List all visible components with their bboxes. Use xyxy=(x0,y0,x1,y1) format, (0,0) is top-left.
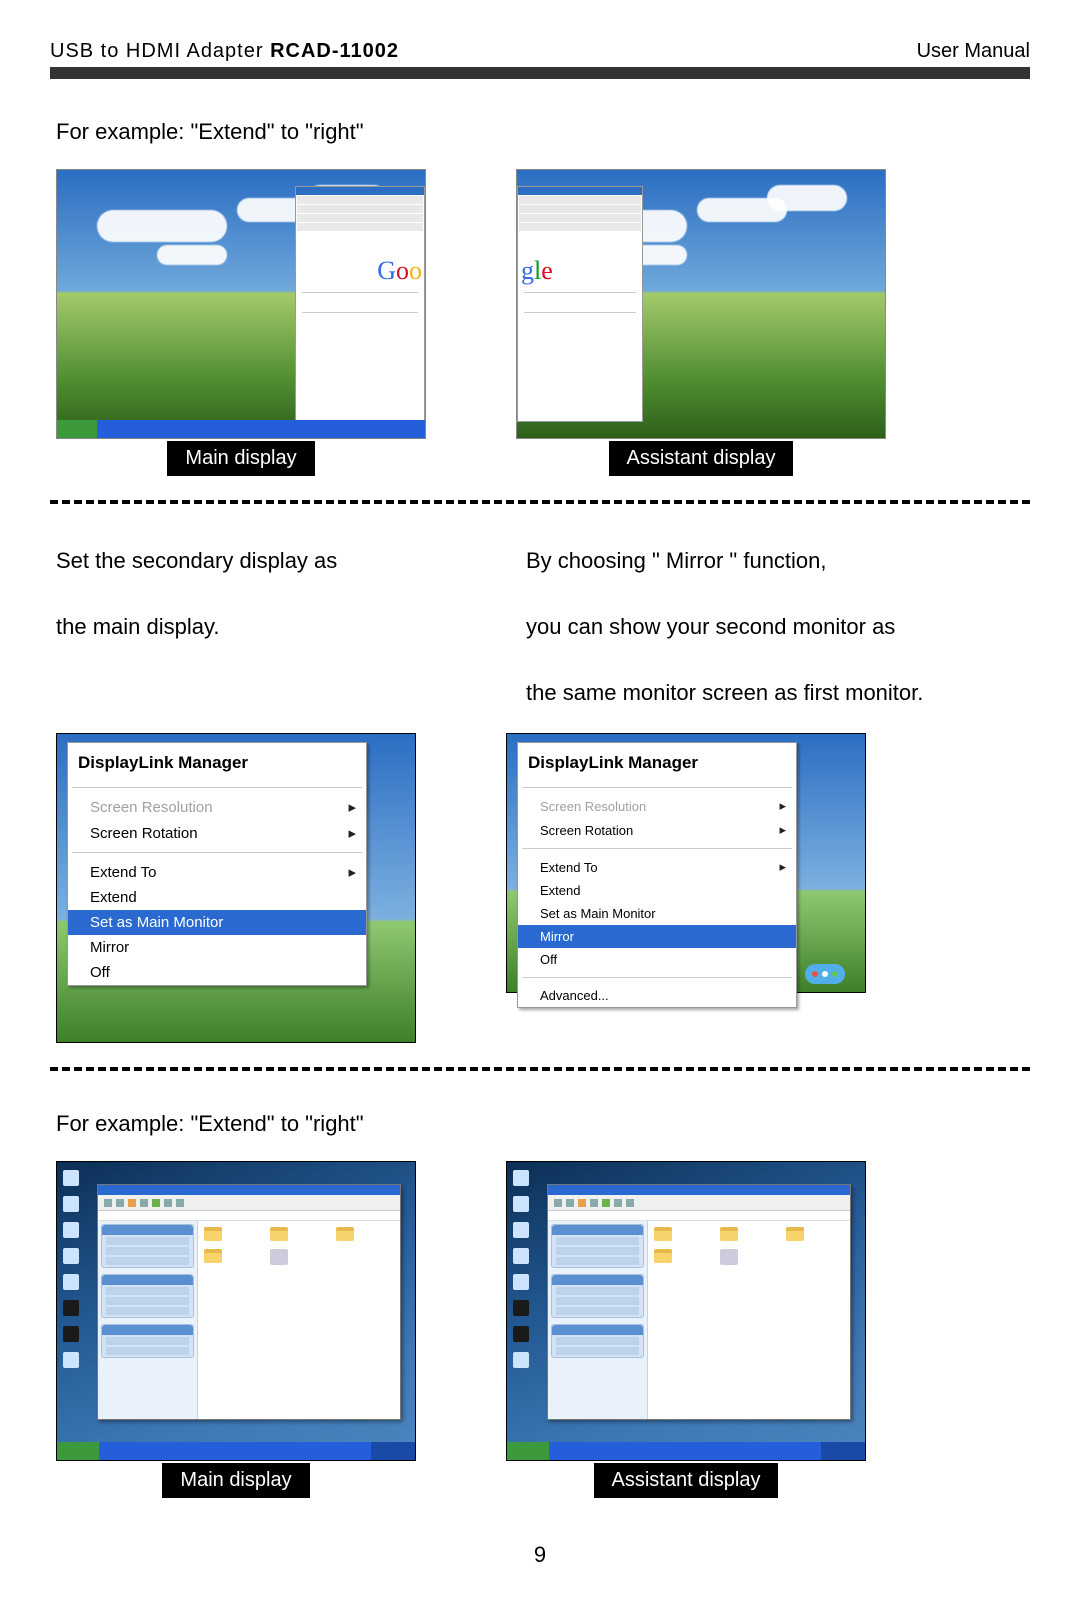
main-display-desktop xyxy=(56,1161,416,1461)
submenu-arrow-icon: ▸ xyxy=(779,798,786,814)
submenu-arrow-icon: ▸ xyxy=(348,798,356,816)
menu-item-label: Off xyxy=(540,952,557,967)
menu-item-label: Mirror xyxy=(540,929,574,944)
desktop-icons xyxy=(63,1170,79,1368)
assistant-display-desktop xyxy=(506,1161,866,1461)
menu-item-screen-resolution[interactable]: Screen Resolution ▸ xyxy=(518,794,796,818)
browser-window-left: Goo xyxy=(295,186,425,422)
menu-item-screen-rotation[interactable]: Screen Rotation ▸ xyxy=(518,818,796,842)
menu-item-extend[interactable]: Extend xyxy=(518,879,796,902)
main-display-caption-2: Main display xyxy=(162,1463,309,1498)
menu-row: DisplayLink ManagerScreen Resolution▸Scr… xyxy=(50,733,1030,1043)
menu-left-screenshot: DisplayLink ManagerScreen Resolution▸Scr… xyxy=(56,733,416,1043)
menu-item-mirror[interactable]: Mirror xyxy=(68,935,366,960)
menu-item-screen-resolution[interactable]: Screen Resolution ▸ xyxy=(68,794,366,820)
menu-item-label: Extend xyxy=(90,889,137,906)
mirror-example-row: Main display xyxy=(50,1161,1030,1498)
product-model: RCAD-11002 xyxy=(270,40,399,62)
menu-item-label: Set as Main Monitor xyxy=(540,906,656,921)
submenu-arrow-icon: ▸ xyxy=(779,859,786,875)
browser-window-right: gle xyxy=(517,186,643,422)
set-main-text: Set the secondary display as the main di… xyxy=(56,544,436,643)
menu-item-screen-rotation[interactable]: Screen Rotation ▸ xyxy=(68,820,366,846)
menu-item-off[interactable]: Off xyxy=(68,960,366,985)
menu-item-label: Off xyxy=(90,964,110,981)
language-bar-icon xyxy=(805,964,845,984)
menu-item-label: Extend To xyxy=(540,860,598,875)
page-number: 9 xyxy=(50,1542,1030,1568)
menu-right-screenshot: DisplayLink ManagerScreen Resolution▸Scr… xyxy=(506,733,866,993)
menu-item-label: Screen Rotation xyxy=(90,825,198,842)
section3-intro: For example: "Extend" to "right" xyxy=(56,1111,1030,1137)
product-title: USB to HDMI Adapter RCAD-11002 xyxy=(50,40,399,63)
menu-item-label: Screen Resolution xyxy=(540,799,646,814)
divider-2 xyxy=(50,1067,1030,1071)
menu-item-extend-to[interactable]: Extend To ▸ xyxy=(68,859,366,885)
submenu-arrow-icon: ▸ xyxy=(348,824,356,842)
section1-intro: For example: "Extend" to "right" xyxy=(56,119,1030,145)
submenu-arrow-icon: ▸ xyxy=(779,822,786,838)
menu-right-figure: DisplayLink ManagerScreen Resolution▸Scr… xyxy=(506,733,866,993)
displaylink-menu-right[interactable]: DisplayLink ManagerScreen Resolution▸Scr… xyxy=(517,742,797,1008)
doc-type: User Manual xyxy=(917,40,1030,63)
menu-item-label: Set as Main Monitor xyxy=(90,914,223,931)
menu-item-extend-to[interactable]: Extend To ▸ xyxy=(518,855,796,879)
section2-text-row: Set the secondary display as the main di… xyxy=(50,544,1030,709)
main-display-caption: Main display xyxy=(167,441,314,476)
mirror-text: By choosing " Mirror " function, you can… xyxy=(526,544,986,709)
main-display-figure: Goo Main display xyxy=(56,169,426,476)
assistant-display-caption: Assistant display xyxy=(609,441,794,476)
product-line: USB to HDMI Adapter xyxy=(50,40,270,62)
google-logo-left: Goo xyxy=(296,232,424,286)
main-display-figure-2: Main display xyxy=(56,1161,416,1498)
menu-item-label: Screen Resolution xyxy=(90,799,213,816)
explorer-window xyxy=(547,1184,851,1420)
assistant-display-figure: gle Assistant display xyxy=(516,169,886,476)
menu-item-extend[interactable]: Extend xyxy=(68,885,366,910)
assistant-display-screenshot: gle xyxy=(516,169,886,439)
menu-item-label: Screen Rotation xyxy=(540,823,633,838)
extend-example-row: Goo Main display gle Assistant display xyxy=(50,169,1030,476)
menu-left-figure: DisplayLink ManagerScreen Resolution▸Scr… xyxy=(56,733,416,1043)
menu-item-set-as-main-monitor[interactable]: Set as Main Monitor xyxy=(68,910,366,935)
menu-item-advanced[interactable]: Advanced... xyxy=(518,984,796,1007)
desktop-icons xyxy=(513,1170,529,1368)
menu-title: DisplayLink Manager xyxy=(68,743,366,781)
submenu-arrow-icon: ▸ xyxy=(348,863,356,881)
assistant-display-figure-2: Assistant display xyxy=(506,1161,866,1498)
menu-item-label: Mirror xyxy=(90,939,129,956)
menu-item-off[interactable]: Off xyxy=(518,948,796,971)
main-display-screenshot: Goo xyxy=(56,169,426,439)
menu-item-label: Extend xyxy=(540,883,580,898)
google-logo-right: gle xyxy=(518,232,642,286)
menu-item-label: Advanced... xyxy=(540,988,609,1003)
menu-item-set-as-main-monitor[interactable]: Set as Main Monitor xyxy=(518,902,796,925)
menu-item-mirror[interactable]: Mirror xyxy=(518,925,796,948)
menu-item-label: Extend To xyxy=(90,864,156,881)
assistant-display-caption-2: Assistant display xyxy=(594,1463,779,1498)
menu-title: DisplayLink Manager xyxy=(518,743,796,781)
explorer-window xyxy=(97,1184,401,1420)
document-header: USB to HDMI Adapter RCAD-11002 User Manu… xyxy=(50,40,1030,79)
displaylink-menu-left[interactable]: DisplayLink ManagerScreen Resolution▸Scr… xyxy=(67,742,367,986)
divider-1 xyxy=(50,500,1030,504)
